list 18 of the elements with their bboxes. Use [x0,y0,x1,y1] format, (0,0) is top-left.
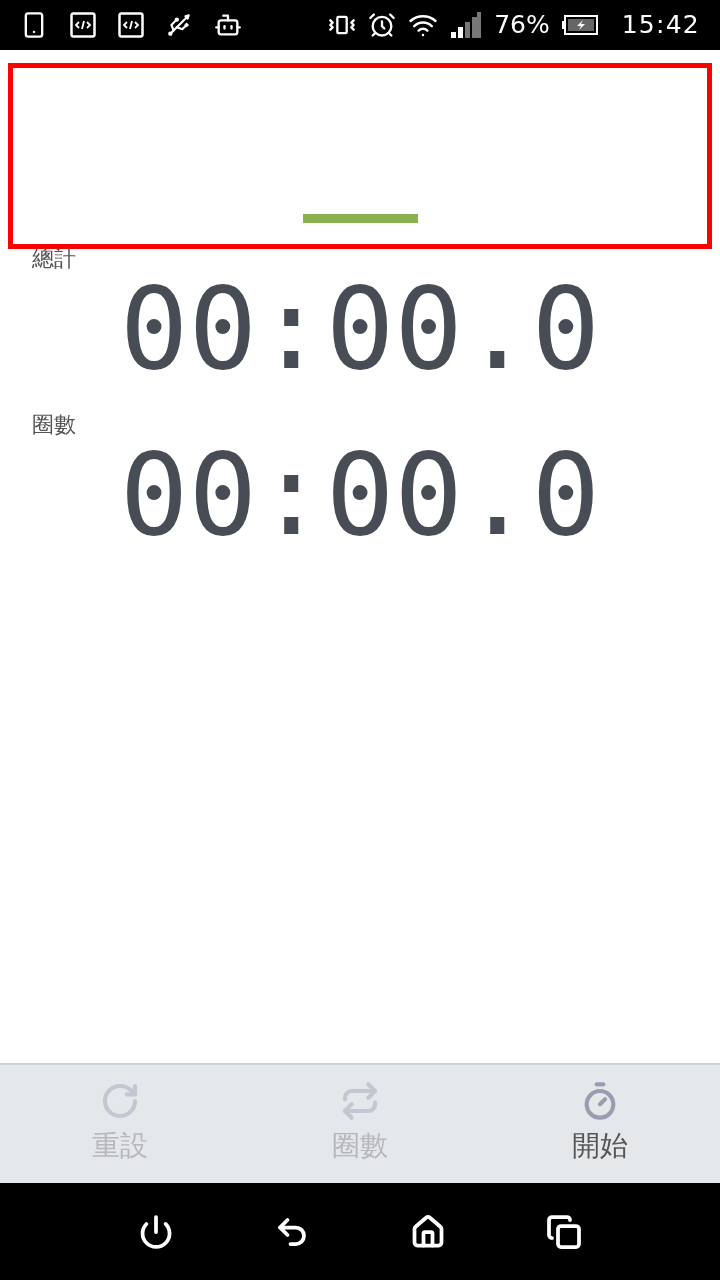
code-icon [70,12,96,38]
signal-icon [450,12,483,38]
repeat-icon [340,1081,380,1121]
toolbar-button[interactable]: 開始 [480,1065,720,1183]
code-icon [118,12,144,38]
usb-icon [166,12,192,38]
timer-label: 圈數 [32,414,77,436]
recent-apps-button[interactable] [546,1213,582,1250]
power-button[interactable] [138,1213,174,1250]
clock-time: 15:42 [621,9,700,42]
timer-label: 總計 [32,248,77,270]
timer-display: 00:00.0 [119,272,601,386]
alarm-icon [368,11,397,39]
battery-percent: 76% [494,9,550,42]
refresh-icon [100,1081,140,1121]
home-button[interactable] [410,1213,446,1250]
battery-icon [561,15,598,35]
timer-display: 00:00.0 [119,438,601,552]
